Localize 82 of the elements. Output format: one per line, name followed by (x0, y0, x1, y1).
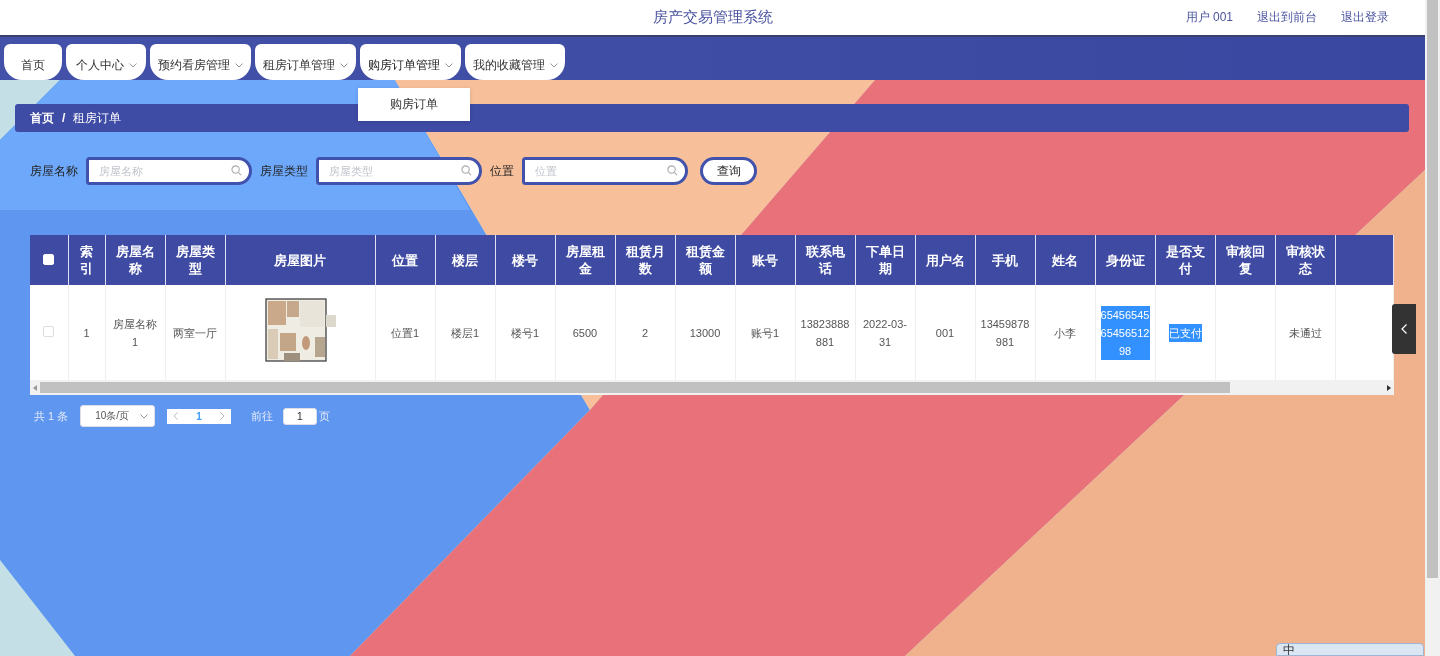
header-link[interactable]: 退出登录 (1341, 9, 1389, 26)
ime-mode[interactable]: 中 (1283, 644, 1295, 655)
side-toggle-button[interactable] (1392, 304, 1416, 354)
column-header: 房屋类型 (175, 244, 215, 276)
column-header: 手机 (992, 252, 1018, 268)
next-page-icon[interactable] (219, 412, 225, 420)
table-cell: 654565456545651298 (1100, 305, 1150, 360)
table-cell-text: 2022-03-31 (861, 316, 908, 350)
goto-label: 前往 (250, 408, 273, 424)
chevron-down-icon (140, 413, 149, 419)
nav-tab[interactable]: 个人中心 (66, 44, 146, 80)
column-header: 楼号 (512, 252, 538, 268)
table-cell: 已支付 (1168, 323, 1202, 342)
select-all-checkbox[interactable] (43, 253, 55, 265)
table-cell-text: 房屋名称1 (112, 316, 158, 350)
search-field[interactable]: 房屋名称 (86, 157, 252, 185)
chevron-down-icon (128, 63, 137, 68)
table-cell-text: 位置1 (390, 325, 420, 341)
column-header: 房屋租金 (565, 244, 605, 276)
chevron-down-icon (549, 63, 558, 68)
chevron-down-icon (235, 63, 243, 68)
user-label: 用户 001 (1185, 9, 1233, 26)
search-icon (231, 165, 242, 176)
column-header: 用户名 (925, 252, 965, 268)
table-cell-text: 未通过 (1288, 325, 1322, 341)
table-cell-text: 2 (641, 325, 649, 341)
table-cell-text: 账号1 (750, 325, 780, 341)
table-cell-text: 两室一厅 (173, 325, 217, 341)
column-header: 身份证 (1105, 252, 1145, 268)
app-title: 房产交易管理系统 (652, 9, 773, 25)
table-cell-text: 001 (935, 325, 955, 341)
header-link[interactable]: 退出到前台 (1257, 9, 1317, 26)
table-cell-text: 13823888881 (800, 316, 850, 350)
field-label: 房屋名称 (30, 162, 78, 180)
vertical-scrollbar[interactable] (1425, 0, 1440, 656)
field-label: 房屋类型 (260, 162, 308, 180)
table-cell-text: 楼号1 (510, 325, 540, 341)
chevron-down-icon (340, 63, 348, 68)
chevron-left-icon (1401, 324, 1407, 334)
breadcrumb-separator: / (62, 111, 66, 125)
scroll-right-icon[interactable] (1387, 384, 1391, 391)
column-header: 租赁月数 (625, 244, 665, 276)
column-header: 是否支付 (1165, 244, 1205, 276)
nav-tab[interactable]: 我的收藏管理 (465, 44, 565, 80)
chevron-down-icon (445, 63, 453, 68)
search-icon (461, 165, 472, 176)
table-cell-text: 小李 (1054, 325, 1076, 341)
total-count: 共 1 条 (34, 408, 69, 424)
scroll-left-icon[interactable] (33, 384, 37, 391)
nav-tab[interactable]: 首页 (4, 44, 62, 80)
horizontal-scrollbar[interactable] (30, 380, 1394, 395)
column-header: 房屋名称 (115, 244, 155, 276)
breadcrumb-link[interactable]: 首页 (30, 109, 54, 127)
column-header: 楼层 (452, 252, 478, 268)
breadcrumb-current: 租房订单 (73, 109, 122, 127)
query-button[interactable]: 查询 (700, 157, 757, 185)
menu-item[interactable]: 购房订单 (390, 96, 438, 113)
column-header: 审核状态 (1285, 244, 1325, 276)
search-field[interactable]: 房屋类型 (316, 157, 482, 185)
nav-tab[interactable]: 租房订单管理 (255, 44, 356, 80)
column-header: 账号 (752, 252, 778, 268)
column-header: 租赁金额 (685, 244, 725, 276)
row-checkbox[interactable] (43, 325, 55, 337)
column-header: 房屋图片 (274, 252, 326, 268)
column-header: 审核回复 (1225, 244, 1265, 276)
page-suffix: 页 (318, 408, 330, 424)
column-header: 下单日期 (865, 244, 905, 276)
column-header: 姓名 (1052, 252, 1078, 268)
column-header: 位置 (392, 252, 418, 268)
nav-tab[interactable]: 购房订单管理 (360, 44, 461, 80)
page-size-select[interactable]: 10条/页 (80, 405, 156, 427)
prev-page-icon[interactable] (173, 412, 179, 420)
column-header: 联系电话 (805, 244, 845, 276)
column-header: 索引 (80, 244, 93, 276)
nav-tab[interactable]: 预约看房管理 (150, 44, 251, 80)
table-cell-text: 6500 (572, 325, 598, 341)
table-cell-text: 13000 (689, 325, 721, 341)
table-cell-text: 1 (83, 325, 90, 341)
search-icon (667, 165, 678, 176)
table-cell-text: 13459878981 (980, 316, 1030, 350)
field-label: 位置 (490, 162, 514, 180)
table-cell-text: 楼层1 (450, 325, 480, 341)
